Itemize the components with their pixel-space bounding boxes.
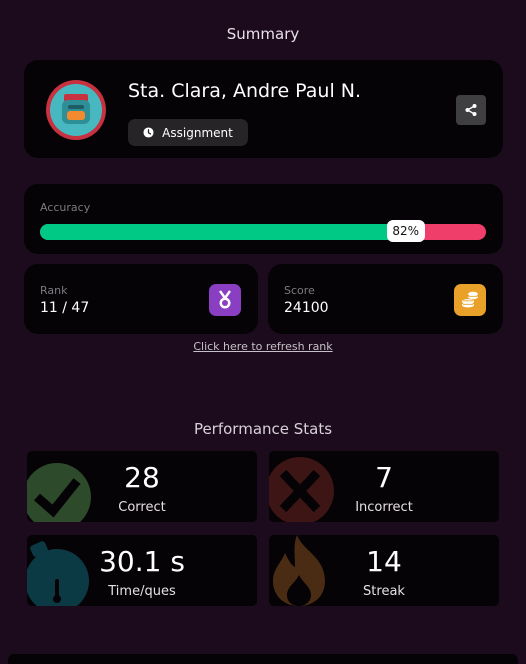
score-value: 24100 [284, 300, 329, 316]
streak-label: Streak [363, 584, 405, 599]
profile-card: Sta. Clara, Andre Paul N. Assignment [24, 60, 503, 158]
student-name: Sta. Clara, Andre Paul N. [128, 80, 362, 102]
avatar [46, 80, 106, 140]
coins-icon [462, 291, 478, 308]
accuracy-bar-fill [40, 224, 406, 240]
score-label: Score [284, 284, 315, 297]
assignment-label: Assignment [162, 125, 233, 140]
accuracy-card: Accuracy 82% [24, 184, 503, 254]
incorrect-label: Incorrect [355, 500, 413, 515]
rank-badge [209, 284, 241, 316]
correct-stat-card: 28 Correct [27, 451, 257, 522]
assignment-badge: Assignment [128, 119, 248, 146]
score-badge [454, 284, 486, 316]
share-icon [465, 104, 477, 116]
rank-label: Rank [40, 284, 68, 297]
clock-icon [143, 127, 154, 138]
summary-title: Summary [226, 25, 300, 43]
streak-count: 14 [366, 545, 402, 578]
correct-label: Correct [118, 500, 166, 515]
medal-icon [219, 290, 231, 309]
time-label: Time/ques [108, 584, 176, 599]
accuracy-percent-badge: 82% [386, 220, 425, 242]
rank-card: Rank 11 / 47 [24, 264, 258, 334]
share-button[interactable] [456, 95, 486, 125]
correct-count: 28 [124, 461, 160, 494]
accuracy-label: Accuracy [40, 201, 91, 214]
time-stat-card: 30.1 s Time/ques [27, 535, 257, 606]
streak-stat-card: 14 Streak [269, 535, 499, 606]
refresh-rank-link[interactable]: Click here to refresh rank [0, 340, 526, 353]
bottom-card-edge [8, 654, 518, 664]
score-card: Score 24100 [268, 264, 503, 334]
time-per-question: 30.1 s [99, 545, 185, 578]
rank-value: 11 / 47 [40, 300, 90, 316]
incorrect-stat-card: 7 Incorrect [269, 451, 499, 522]
incorrect-count: 7 [375, 461, 393, 494]
performance-stats-title: Performance Stats [193, 420, 333, 438]
